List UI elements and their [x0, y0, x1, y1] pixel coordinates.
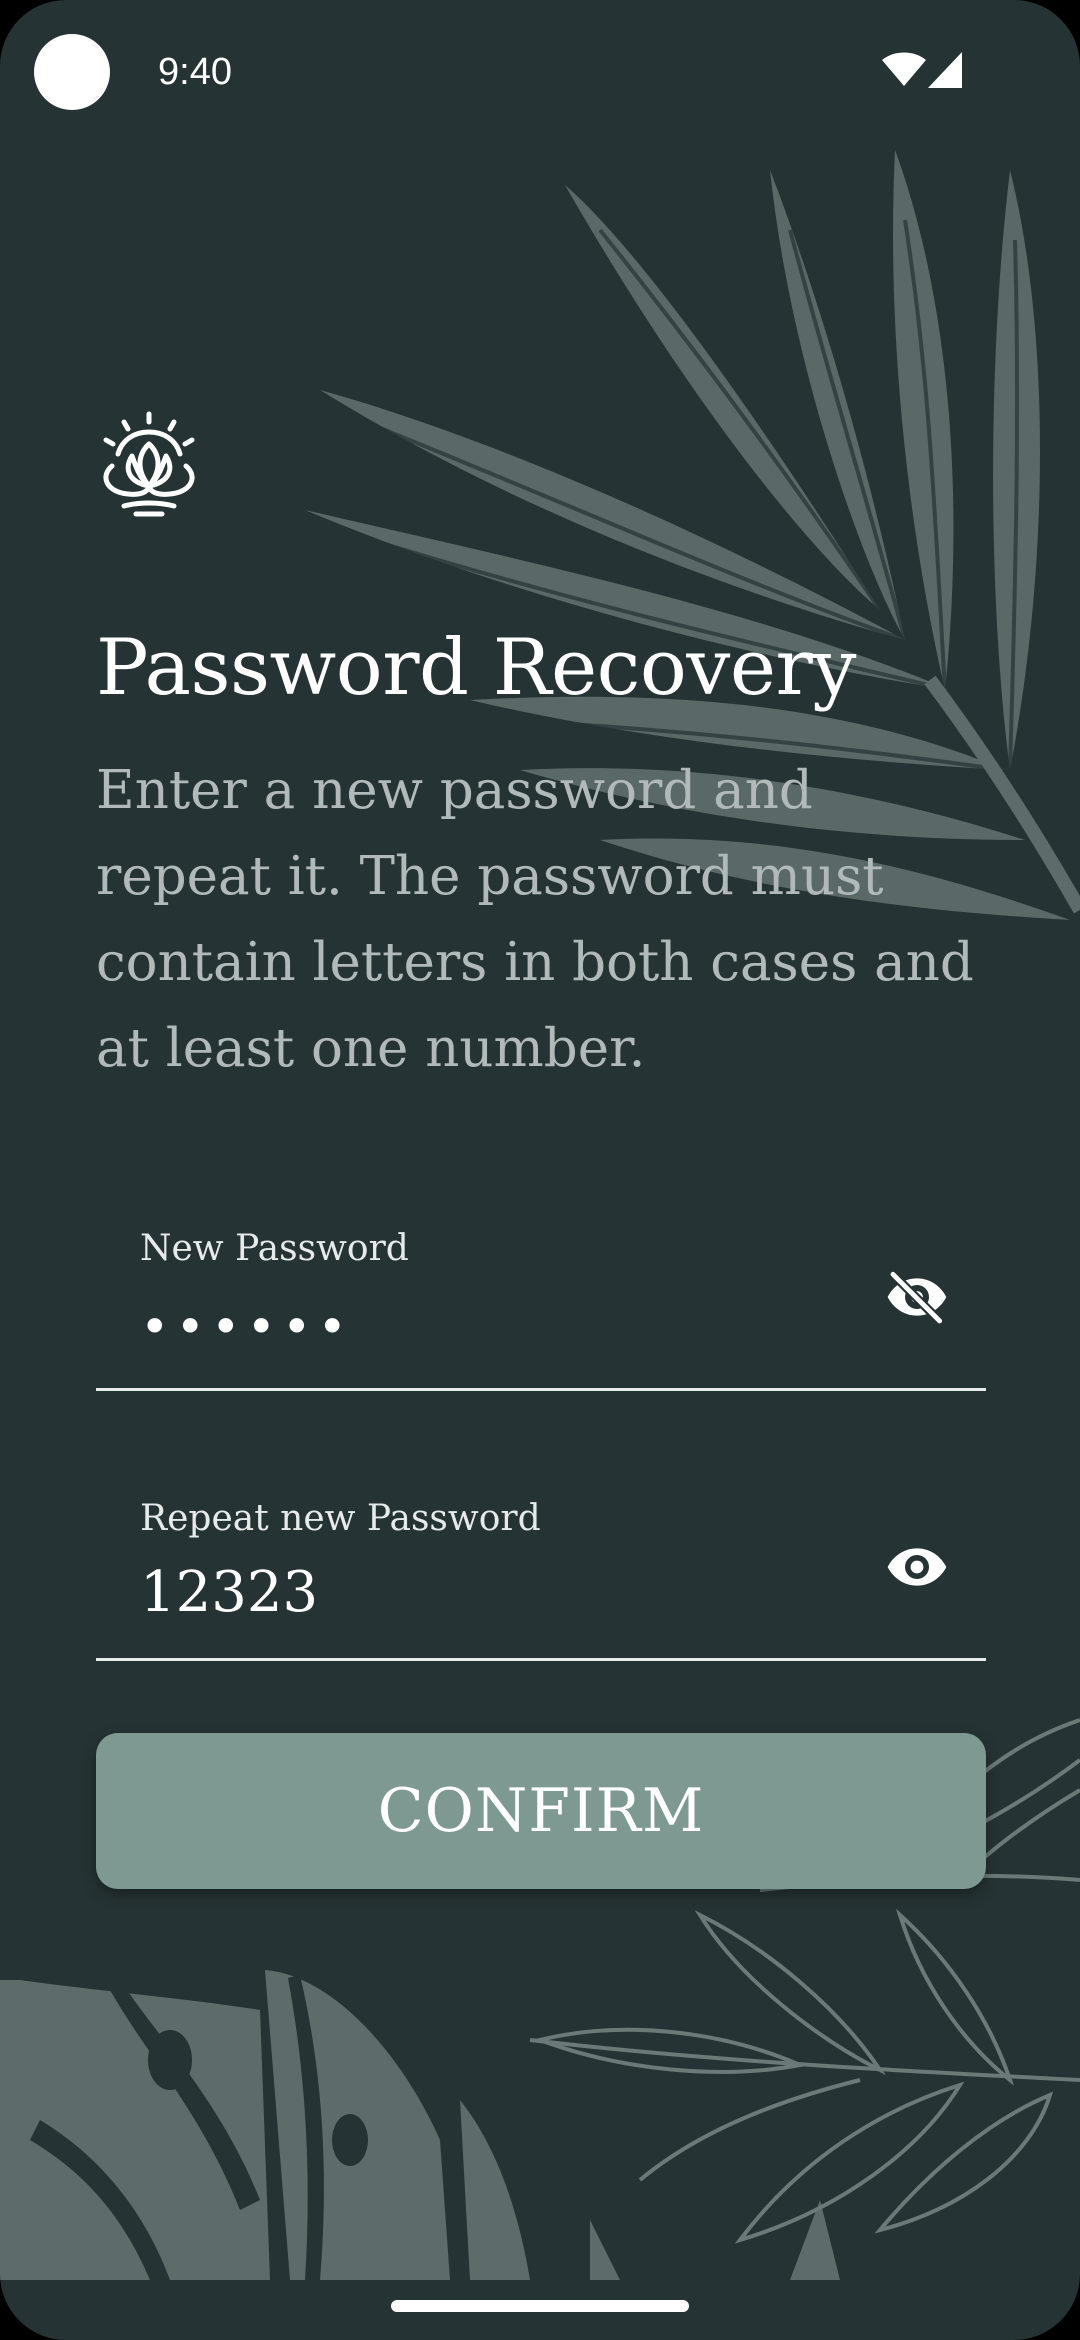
leaf-background-decoration	[0, 150, 1080, 2280]
toggle-new-password-visibility-button[interactable]	[884, 1264, 950, 1330]
page-description: Enter a new password and repeat it. The …	[96, 760, 974, 1079]
status-time: 9:40	[158, 51, 232, 93]
eye-icon	[887, 1548, 947, 1586]
repeat-password-label: Repeat new Password	[140, 1498, 541, 1539]
confirm-button[interactable]: CONFIRM	[96, 1733, 986, 1889]
new-password-field[interactable]: New Password ••••••	[96, 1192, 986, 1391]
wifi-icon	[882, 52, 926, 86]
home-indicator[interactable]	[391, 2300, 689, 2312]
toggle-repeat-password-visibility-button[interactable]	[884, 1534, 950, 1600]
lotus-sun-icon	[103, 411, 195, 517]
repeat-password-input[interactable]: 12323	[140, 1558, 840, 1628]
status-bar: 9:40	[0, 0, 1080, 144]
new-password-input[interactable]: ••••••	[140, 1292, 840, 1362]
eye-off-icon	[887, 1271, 947, 1325]
signal-icon	[928, 52, 962, 88]
password-recovery-screen: 9:40 Password Recovery Enter a new passw…	[0, 0, 1080, 2340]
page-title: Password Recovery	[96, 623, 856, 713]
camera-dot	[34, 34, 110, 110]
repeat-password-field[interactable]: Repeat new Password 12323	[96, 1462, 986, 1661]
new-password-label: New Password	[140, 1228, 409, 1269]
